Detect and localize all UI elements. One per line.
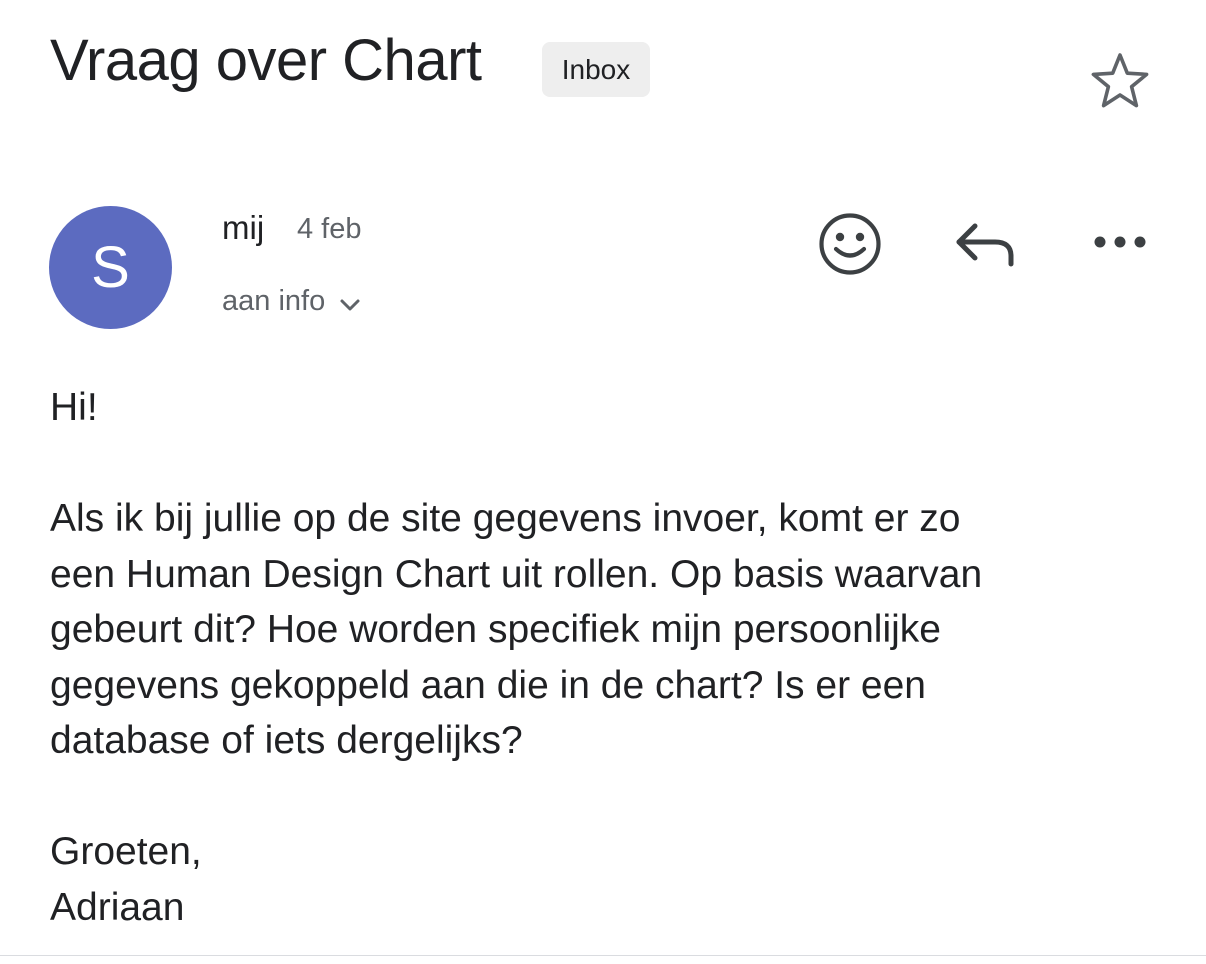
more-options-icon[interactable]	[1092, 228, 1148, 256]
message-date: 4 feb	[297, 213, 362, 245]
message-paragraph: Als ik bij jullie op de site gegevens in…	[50, 497, 983, 762]
message-greeting: Hi!	[50, 386, 98, 429]
inbox-label-chip[interactable]: Inbox	[542, 42, 650, 97]
divider	[0, 955, 1206, 956]
recipient-label: aan info	[222, 285, 326, 317]
message-signature: Adriaan	[50, 885, 185, 929]
reply-icon[interactable]	[953, 218, 1017, 270]
sender-avatar[interactable]: S	[49, 206, 172, 329]
star-icon[interactable]	[1086, 48, 1154, 112]
message-body: Hi! Als ik bij jullie op de site gegeven…	[50, 380, 1170, 935]
sender-name: mij	[222, 209, 265, 246]
email-view: Vraag over Chart Inbox S mij 4 feb aan i…	[0, 0, 1206, 964]
chevron-down-icon	[340, 299, 360, 311]
recipient-details-toggle[interactable]: aan info	[222, 281, 361, 321]
message-closing: Groeten,	[50, 830, 202, 873]
emoji-reaction-icon[interactable]	[817, 211, 883, 277]
email-subject: Vraag over Chart	[50, 28, 482, 93]
